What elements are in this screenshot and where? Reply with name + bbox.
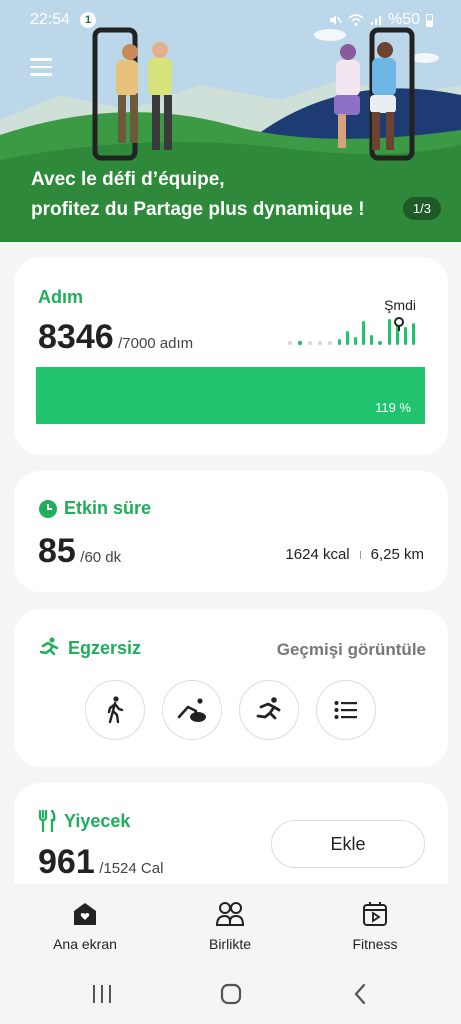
hour-dot bbox=[297, 340, 303, 346]
list-icon bbox=[334, 701, 357, 719]
signal-icon bbox=[370, 16, 381, 25]
food-header: Yiyecek bbox=[38, 810, 130, 832]
steps-value-row: 8346 /7000 adım bbox=[38, 318, 193, 357]
home-button-icon[interactable] bbox=[220, 983, 242, 1005]
active-time-title: Etkin süre bbox=[64, 498, 152, 518]
banner-title: Avec le défi d’équipe, profitez du Parta… bbox=[31, 165, 365, 225]
nav-together-label: Birlikte bbox=[208, 936, 251, 952]
food-goal: /1524 Cal bbox=[99, 860, 164, 877]
steps-goal: /7000 adım bbox=[118, 335, 194, 352]
banner-title-line2: profitez du Partage plus dynamique ! bbox=[31, 199, 365, 220]
running-icon bbox=[39, 637, 59, 656]
hour-dot bbox=[308, 341, 312, 345]
home-icon bbox=[74, 903, 96, 925]
now-marker-icon bbox=[394, 317, 404, 331]
fork-knife-icon bbox=[38, 810, 56, 832]
walking-button[interactable] bbox=[85, 680, 145, 740]
exercise-card: Egzersiz Geçmişi görüntüle bbox=[14, 609, 448, 767]
hour-bar bbox=[362, 321, 365, 345]
hour-bar bbox=[412, 323, 415, 345]
exercise-header: Egzersiz bbox=[38, 637, 141, 659]
hour-bar bbox=[354, 337, 357, 345]
hour-bar bbox=[370, 335, 373, 345]
back-icon[interactable] bbox=[352, 983, 368, 1005]
view-history-link[interactable]: Geçmişi görüntüle bbox=[277, 640, 426, 660]
recent-apps-icon[interactable] bbox=[91, 984, 113, 1004]
add-food-button[interactable]: Ekle bbox=[271, 820, 425, 868]
steps-title: Adım bbox=[38, 287, 83, 307]
active-time-goal: /60 dk bbox=[80, 549, 122, 566]
nav-home-label: Ana ekran bbox=[53, 936, 117, 952]
notification-badge: 1 bbox=[80, 12, 96, 28]
status-time: 22:54 bbox=[30, 11, 71, 28]
battery-percent: %50 bbox=[387, 11, 420, 28]
people-icon bbox=[215, 902, 245, 926]
steps-value: 8346 bbox=[38, 318, 114, 356]
hour-dot bbox=[288, 341, 292, 345]
hour-dot bbox=[378, 341, 382, 345]
stats-divider bbox=[359, 550, 361, 559]
calories-value: 1624 kcal bbox=[285, 546, 350, 563]
cycling-button[interactable] bbox=[162, 680, 222, 740]
steps-progress-label: 119 % bbox=[375, 400, 411, 415]
bottom-navigation: Ana ekran Birlikte Fitness bbox=[0, 884, 461, 964]
active-time-value-row: 85 /60 dk bbox=[38, 532, 121, 571]
active-time-value: 85 bbox=[38, 532, 76, 570]
banner-pager: 1/3 bbox=[402, 197, 441, 220]
active-time-header: Etkin süre bbox=[38, 498, 151, 519]
steps-card[interactable]: Adım 8346 /7000 adım Şmdi 119 % bbox=[14, 257, 448, 455]
hour-dot bbox=[318, 341, 322, 345]
status-bar: 22:54 1 %50 bbox=[0, 0, 461, 40]
walking-icon bbox=[107, 696, 124, 724]
exercise-title: Egzersiz bbox=[68, 637, 142, 658]
hour-dot bbox=[328, 341, 332, 345]
food-title: Yiyecek bbox=[64, 810, 131, 831]
fitness-video-icon bbox=[363, 902, 387, 926]
food-value-row: 961 /1524 Cal bbox=[38, 843, 163, 882]
system-navigation-bar bbox=[0, 964, 461, 1024]
nav-together[interactable]: Birlikte bbox=[170, 900, 290, 952]
cycling-icon bbox=[177, 698, 206, 722]
nav-home[interactable]: Ana ekran bbox=[25, 900, 145, 952]
hour-bar bbox=[338, 339, 341, 345]
active-time-card[interactable]: Etkin süre 85 /60 dk 1624 kcal 6,25 km bbox=[14, 471, 448, 592]
banner-title-line1: Avec le défi d’équipe, bbox=[31, 169, 225, 190]
wifi-icon bbox=[348, 14, 364, 27]
running-button[interactable] bbox=[239, 680, 299, 740]
nav-fitness-label: Fitness bbox=[352, 936, 398, 952]
food-value: 961 bbox=[38, 843, 95, 881]
distance-value: 6,25 km bbox=[370, 546, 424, 563]
steps-progress-bar: 119 % bbox=[36, 367, 425, 424]
active-time-stats: 1624 kcal 6,25 km bbox=[285, 546, 424, 563]
now-label: Şmdi bbox=[384, 297, 416, 313]
exercise-list-button[interactable] bbox=[316, 680, 376, 740]
hour-bar bbox=[346, 331, 349, 345]
menu-icon[interactable] bbox=[30, 58, 52, 81]
running-icon bbox=[256, 697, 281, 720]
mute-icon bbox=[329, 15, 342, 25]
clock-icon bbox=[39, 499, 57, 518]
nav-fitness[interactable]: Fitness bbox=[315, 900, 435, 952]
battery-icon bbox=[426, 13, 433, 27]
hour-bar bbox=[388, 319, 391, 345]
